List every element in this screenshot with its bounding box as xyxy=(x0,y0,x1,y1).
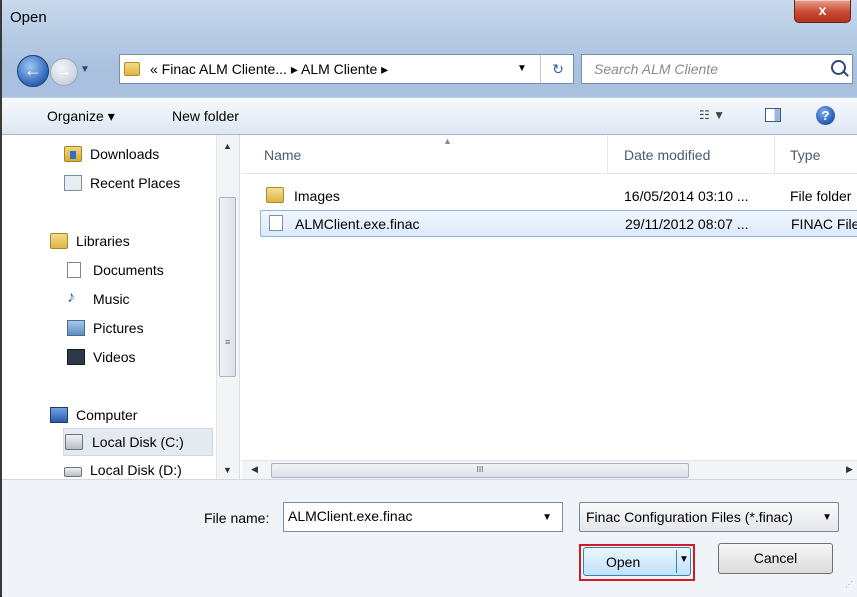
column-header-type[interactable]: Type xyxy=(790,147,820,163)
file-type: File folder xyxy=(790,188,852,204)
close-button[interactable]: x xyxy=(794,0,851,23)
title-bar: Open x xyxy=(2,0,857,36)
open-button[interactable]: Open ▼ xyxy=(583,547,691,576)
search-icon[interactable] xyxy=(831,60,846,75)
navigation-pane: Downloads Recent Places Libraries Docume… xyxy=(2,135,240,479)
breadcrumb[interactable]: « Finac ALM Cliente... ▸ ALM Cliente ▸ xyxy=(150,61,388,78)
new-folder-button[interactable]: New folder xyxy=(172,108,239,124)
sidebar-item-recent-places[interactable]: Recent Places xyxy=(64,171,214,197)
back-button[interactable]: ← xyxy=(17,55,49,87)
scrollbar-thumb[interactable]: III xyxy=(271,463,689,478)
sidebar-item-local-disk-c[interactable]: Local Disk (C:) xyxy=(63,428,213,456)
file-type: FINAC File xyxy=(791,216,857,232)
file-type-filter-dropdown[interactable]: Finac Configuration Files (*.finac) ▼ xyxy=(579,502,839,532)
refresh-icon[interactable]: ↻ xyxy=(540,55,575,83)
sidebar-item-label: Downloads xyxy=(90,146,160,162)
folder-icon xyxy=(266,187,284,203)
preview-pane-icon[interactable] xyxy=(765,108,781,122)
open-file-dialog: Open x ← → ▼ « Finac ALM Cliente... ▸ AL… xyxy=(0,0,857,597)
sort-ascending-icon: ▲ xyxy=(443,136,452,146)
file-row-almclient[interactable]: ALMClient.exe.finac 29/11/2012 08:07 ...… xyxy=(260,210,857,237)
chevron-down-icon[interactable]: ▼ xyxy=(822,512,832,523)
column-header-date-modified[interactable]: Date modified xyxy=(624,147,710,163)
file-name: Images xyxy=(294,188,340,204)
sidebar-item-label: Music xyxy=(93,291,130,307)
sidebar-item-label: Local Disk (C:) xyxy=(92,434,184,450)
horizontal-scrollbar[interactable]: ◀ III ▶ xyxy=(242,460,857,480)
downloads-folder-icon xyxy=(64,146,82,162)
file-type-filter-value: Finac Configuration Files (*.finac) xyxy=(586,509,793,525)
file-name-label: File name: xyxy=(204,510,270,526)
local-disk-icon xyxy=(65,434,83,450)
dialog-footer: File name: ▼ Finac Configuration Files (… xyxy=(2,479,857,597)
file-row-images[interactable]: Images 16/05/2014 03:10 ... File folder xyxy=(260,183,857,210)
search-placeholder: Search ALM Cliente xyxy=(594,61,718,77)
sidebar-item-label: Documents xyxy=(93,262,164,278)
file-icon xyxy=(269,215,283,231)
recent-locations-dropdown-icon[interactable]: ▼ xyxy=(80,64,90,75)
sidebar-item-documents[interactable]: Documents xyxy=(67,258,207,284)
sidebar-item-label: Recent Places xyxy=(90,175,181,191)
sidebar-item-pictures[interactable]: Pictures xyxy=(67,316,207,342)
column-header-name[interactable]: Name xyxy=(264,147,301,163)
cancel-button[interactable]: Cancel xyxy=(718,543,833,574)
sidebar-item-label: Computer xyxy=(76,407,138,423)
grip-icon: III xyxy=(476,465,484,474)
sidebar-scrollbar[interactable]: ▲ ≡ ▼ xyxy=(216,135,239,479)
scrollbar-thumb[interactable]: ≡ xyxy=(219,197,236,377)
file-date: 29/11/2012 08:07 ... xyxy=(625,216,749,232)
help-icon[interactable]: ? xyxy=(816,106,835,125)
sidebar-item-label: Local Disk (D:) xyxy=(90,462,182,478)
organize-menu-button[interactable]: Organize ▾ xyxy=(47,108,115,125)
column-divider[interactable] xyxy=(607,135,608,173)
folder-icon xyxy=(124,62,140,76)
sidebar-item-label: Videos xyxy=(93,349,136,365)
scroll-left-icon[interactable]: ◀ xyxy=(251,464,258,475)
file-name: ALMClient.exe.finac xyxy=(295,216,420,232)
sidebar-item-downloads[interactable]: Downloads xyxy=(64,142,214,168)
dialog-title: Open xyxy=(10,9,47,26)
command-bar: Organize ▾ New folder ☷ ▼ ? xyxy=(2,97,857,135)
computer-icon xyxy=(50,407,68,423)
videos-icon xyxy=(67,349,85,365)
forward-button[interactable]: → xyxy=(50,58,78,86)
scroll-right-icon[interactable]: ▶ xyxy=(846,464,853,475)
music-icon: ♪ xyxy=(67,289,75,306)
sidebar-item-libraries[interactable]: Libraries xyxy=(50,229,210,255)
recent-places-icon xyxy=(64,175,82,191)
column-headers: ▲ Name Date modified Type xyxy=(242,135,857,174)
browser-area: Downloads Recent Places Libraries Docume… xyxy=(2,135,857,480)
sidebar-item-videos[interactable]: Videos xyxy=(67,345,207,371)
resize-grip-icon[interactable]: ⋰ xyxy=(845,581,853,589)
open-options-dropdown-icon[interactable]: ▼ xyxy=(679,554,689,565)
scroll-down-icon[interactable]: ▼ xyxy=(223,465,232,475)
change-view-icon[interactable]: ☷ ▼ xyxy=(699,108,725,122)
sidebar-item-label: Libraries xyxy=(76,233,130,249)
address-bar[interactable]: « Finac ALM Cliente... ▸ ALM Cliente ▸ ▼… xyxy=(119,54,574,84)
grip-icon: ≡ xyxy=(225,337,231,347)
column-divider[interactable] xyxy=(774,135,775,173)
file-name-input[interactable] xyxy=(288,508,528,524)
sidebar-item-computer[interactable]: Computer xyxy=(50,403,210,429)
sidebar-item-label: Pictures xyxy=(93,320,144,336)
address-dropdown-icon[interactable]: ▼ xyxy=(517,63,527,74)
documents-icon xyxy=(67,262,81,278)
file-date: 16/05/2014 03:10 ... xyxy=(624,188,749,204)
chevron-down-icon[interactable]: ▼ xyxy=(542,512,552,523)
file-list: ▲ Name Date modified Type Images 16/05/2… xyxy=(242,135,857,479)
pictures-icon xyxy=(67,320,85,336)
drive-icon xyxy=(64,467,82,477)
split-divider xyxy=(676,550,677,573)
navigation-bar: ← → ▼ « Finac ALM Cliente... ▸ ALM Clien… xyxy=(2,52,857,88)
sidebar-item-music[interactable]: ♪ Music xyxy=(67,287,207,313)
search-box[interactable]: Search ALM Cliente xyxy=(581,54,853,84)
file-name-combobox[interactable]: ▼ xyxy=(283,502,563,532)
open-button-label: Open xyxy=(606,554,641,570)
sidebar-item-local-disk-d[interactable]: Local Disk (D:) xyxy=(64,461,214,479)
libraries-icon xyxy=(50,233,68,249)
scroll-up-icon[interactable]: ▲ xyxy=(223,141,232,151)
